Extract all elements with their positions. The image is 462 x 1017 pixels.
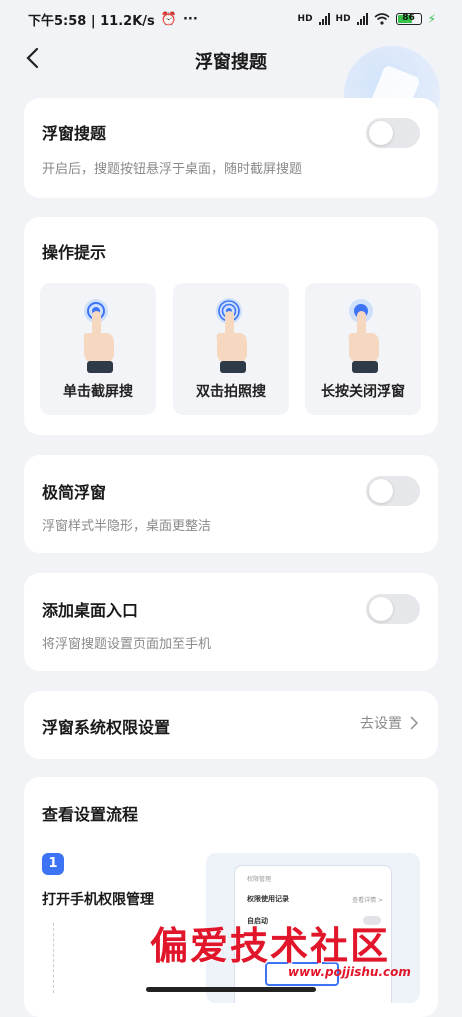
alarm-icon: ⏰ — [160, 11, 177, 27]
floating-search-card: 浮窗搜题 开启后，搜题按钮悬浮于桌面，随时截屏搜题 — [24, 98, 438, 198]
desktop-entry-toggle[interactable] — [366, 594, 420, 624]
step-connector — [53, 923, 54, 993]
hd-label: HD — [297, 14, 313, 24]
floating-search-subtitle: 开启后，搜题按钮悬浮于桌面，随时截屏搜题 — [42, 162, 303, 177]
step-text: 打开手机权限管理 — [42, 892, 154, 908]
minimal-float-title: 极简浮窗 — [42, 483, 107, 502]
double-tap-hand-icon — [216, 298, 247, 373]
mock-header: 权限管理 — [247, 876, 272, 883]
permission-action-label: 去设置 — [360, 716, 402, 732]
desktop-entry-subtitle: 将浮窗搜题设置页面加至手机 — [42, 637, 212, 652]
toggle-knob — [369, 121, 393, 145]
toggle-knob — [369, 479, 393, 503]
status-time: 下午5:58 | 11.2K/s — [28, 13, 155, 29]
hd-label-2: HD — [335, 14, 351, 24]
setup-flow-card: 查看设置流程 1 打开手机权限管理 权限管理 权限使用记录 查看详情 > 自启动 — [24, 777, 438, 1017]
battery-level: 86 — [402, 13, 415, 23]
step-badge: 1 — [42, 853, 64, 875]
tip-long-press: 长按关闭浮窗 — [305, 283, 421, 415]
toggle-knob — [369, 597, 393, 621]
permission-row[interactable]: 浮窗系统权限设置 去设置 — [24, 691, 438, 759]
mock-row-action: 查看详情 > — [352, 897, 383, 904]
signal-icon — [318, 13, 330, 25]
more-icon: ··· — [182, 11, 198, 27]
tips-title: 操作提示 — [42, 243, 107, 262]
permission-action[interactable]: 去设置 — [360, 713, 418, 733]
minimal-float-subtitle: 浮窗样式半隐形，桌面更整洁 — [42, 519, 212, 534]
wifi-icon — [374, 13, 390, 25]
watermark-url: www.pojjishu.com — [288, 965, 411, 979]
floating-search-toggle[interactable] — [366, 118, 420, 148]
long-press-hand-icon — [348, 299, 379, 373]
setup-flow-title: 查看设置流程 — [42, 805, 139, 824]
nav-bar: 浮窗搜题 — [0, 38, 462, 82]
permission-title: 浮窗系统权限设置 — [42, 718, 171, 737]
tip-label: 长按关闭浮窗 — [321, 384, 405, 400]
page-title: 浮窗搜题 — [195, 52, 267, 73]
floating-search-title: 浮窗搜题 — [42, 124, 107, 143]
home-indicator[interactable] — [146, 987, 316, 992]
desktop-entry-title: 添加桌面入口 — [42, 601, 139, 620]
minimal-float-toggle[interactable] — [366, 476, 420, 506]
tips-card: 操作提示 单击截屏搜 双击拍照搜 长按关闭浮窗 — [24, 217, 438, 435]
tap-hand-icon — [83, 299, 114, 373]
status-bar: 下午5:58 | 11.2K/s ⏰ ··· HD HD 86 ⚡ — [0, 0, 462, 38]
tip-label: 单击截屏搜 — [63, 384, 133, 400]
minimal-float-card: 极简浮窗 浮窗样式半隐形，桌面更整洁 — [24, 455, 438, 553]
battery-icon: 86 — [395, 13, 422, 25]
charging-icon: ⚡ — [427, 12, 436, 26]
mock-row: 权限使用记录 — [247, 895, 289, 903]
tip-double-tap: 双击拍照搜 — [173, 283, 289, 415]
tip-single-tap: 单击截屏搜 — [40, 283, 156, 415]
desktop-entry-card: 添加桌面入口 将浮窗搜题设置页面加至手机 — [24, 573, 438, 671]
signal-icon-2 — [356, 13, 368, 25]
chevron-right-icon — [410, 716, 418, 730]
tip-label: 双击拍照搜 — [196, 384, 266, 400]
watermark-text: 偏爱技术社区 — [150, 923, 391, 968]
